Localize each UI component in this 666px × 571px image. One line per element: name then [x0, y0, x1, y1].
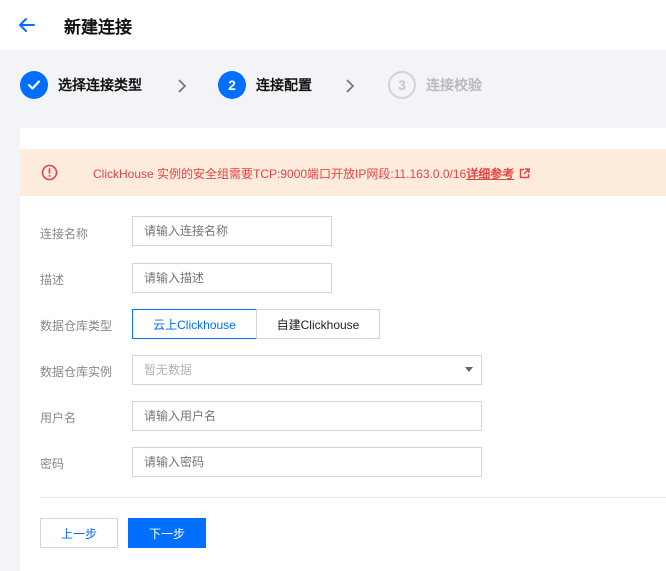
header-bar: 新建连接 — [0, 0, 666, 50]
step-label: 连接配置 — [256, 77, 312, 93]
chevron-right-icon — [346, 79, 355, 93]
instance-select[interactable]: 暂无数据 — [132, 355, 482, 385]
step-select-type: 选择连接类型 — [20, 71, 142, 99]
check-icon — [20, 71, 48, 99]
warehouse-type-label: 数据仓库类型 — [40, 319, 113, 333]
step-label: 选择连接类型 — [58, 77, 142, 93]
step-config: 2 连接配置 — [218, 71, 312, 99]
step-label: 连接校验 — [426, 77, 482, 93]
description-label: 描述 — [40, 273, 65, 287]
step-verify: 3 连接校验 — [388, 71, 482, 99]
username-input[interactable] — [132, 401, 482, 431]
cloud-clickhouse-option[interactable]: 云上Clickhouse — [132, 309, 257, 339]
prev-step-button[interactable]: 上一步 — [40, 518, 118, 548]
name-input[interactable] — [132, 216, 332, 246]
dropdown-arrow-icon — [465, 367, 473, 372]
detail-reference-link[interactable]: 详细参考 — [466, 167, 514, 181]
password-label: 密码 — [40, 457, 65, 471]
self-built-clickhouse-option[interactable]: 自建Clickhouse — [256, 309, 380, 339]
step-indicator: 选择连接类型 2 连接配置 3 连接校验 — [0, 50, 666, 122]
warning-icon — [41, 164, 58, 181]
step-number: 3 — [388, 71, 416, 99]
description-input[interactable] — [132, 263, 332, 293]
instance-select-value: 暂无数据 — [144, 363, 193, 377]
password-input[interactable] — [132, 447, 482, 477]
chevron-right-icon — [178, 79, 187, 93]
next-step-button[interactable]: 下一步 — [128, 518, 206, 548]
step-number: 2 — [218, 71, 246, 99]
username-label: 用户名 — [40, 411, 77, 425]
instance-label: 数据仓库实例 — [40, 365, 113, 379]
external-link-icon[interactable] — [519, 168, 530, 179]
alert-text: ClickHouse 实例的安全组需要TCP:9000端口开放IP网段:11.1… — [93, 167, 467, 181]
back-arrow-icon[interactable] — [16, 14, 38, 36]
alert-message: ClickHouse 实例的安全组需要TCP:9000端口开放IP网段:11.1… — [93, 165, 530, 182]
name-label: 连接名称 — [40, 227, 89, 241]
page-title: 新建连接 — [64, 18, 132, 37]
security-group-alert: ClickHouse 实例的安全组需要TCP:9000端口开放IP网段:11.1… — [20, 149, 666, 196]
form-divider — [40, 497, 666, 498]
